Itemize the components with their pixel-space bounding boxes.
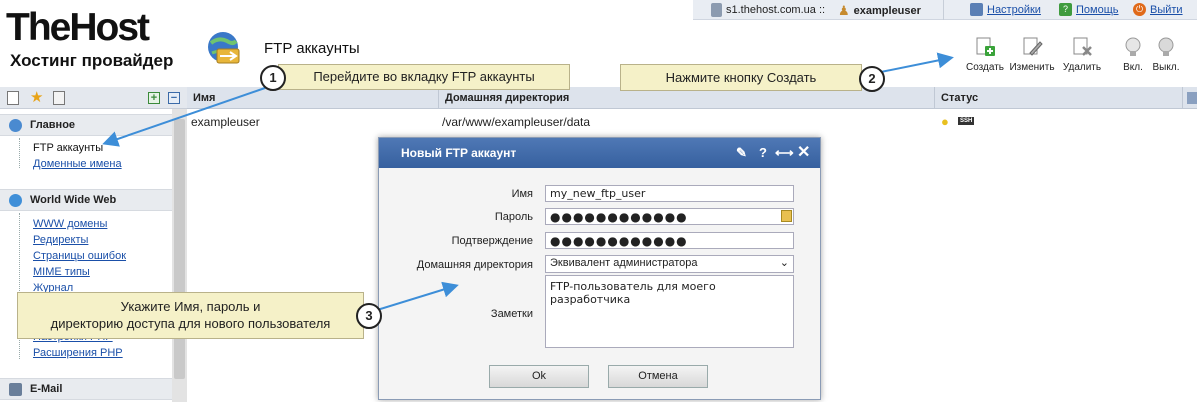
callout-2: Нажмите кнопку Создать: [620, 64, 862, 91]
callout-3-number: 3: [356, 303, 382, 329]
callout-1: Перейдите во вкладку FTP аккаунты: [278, 64, 570, 90]
callout-1-number: 1: [260, 65, 286, 91]
annotation-arrows: [102, 52, 954, 311]
arrow-to-ftp-tab: [102, 87, 266, 147]
callout-2-number: 2: [859, 66, 885, 92]
callout-3-line-1: Укажите Имя, пароль и: [120, 299, 261, 314]
arrow-to-dialog: [376, 281, 459, 311]
callout-3: Укажите Имя, пароль и директорию доступа…: [17, 292, 364, 339]
callout-3-line-2: директорию доступа для нового пользовате…: [50, 316, 331, 331]
